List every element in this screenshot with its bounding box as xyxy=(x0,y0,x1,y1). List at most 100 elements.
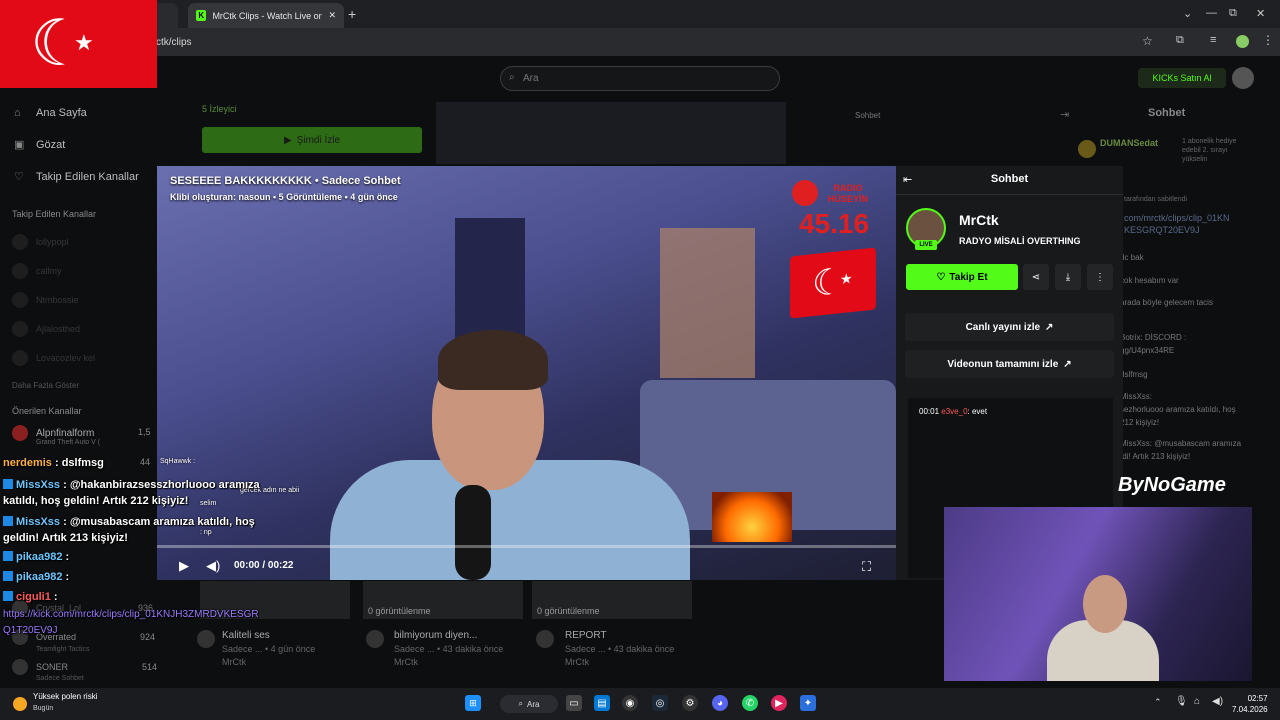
microphone-icon[interactable]: 🎙 xyxy=(1175,696,1188,707)
nav-following[interactable]: ♡ Takip Edilen Kanallar xyxy=(14,171,139,183)
divider xyxy=(896,194,1123,195)
bg-chat-title: Sohbet xyxy=(855,111,881,120)
nav-browse[interactable]: ▣ Gözat xyxy=(14,139,65,151)
weather-subtitle: Bugün xyxy=(33,705,54,712)
tray-chevron-icon[interactable]: ⌃ xyxy=(1154,697,1162,708)
bookmark-star-icon[interactable]: ☆ xyxy=(1142,34,1153,48)
user-avatar[interactable] xyxy=(1232,67,1254,89)
show-more-link[interactable]: Daha Fazla Göster xyxy=(12,381,79,390)
overlay-chat-text: : xyxy=(65,551,70,563)
clip-card-thumb[interactable]: 0 görüntülenme xyxy=(363,581,523,619)
play-icon[interactable]: ▶ xyxy=(179,558,189,574)
watch-full-video-button[interactable]: Videonun tamamını izle ↗ xyxy=(905,350,1114,378)
heart-icon: ♡ xyxy=(14,171,24,183)
followed-channel[interactable]: Ntmbossie xyxy=(12,291,152,309)
clip-card-thumb[interactable]: 0 görüntülenme xyxy=(532,581,692,619)
restore-button[interactable]: ⧉ xyxy=(1229,7,1237,20)
volume-icon[interactable]: ◀) xyxy=(206,558,220,574)
right-chat-title: Sohbet xyxy=(1148,107,1186,119)
followed-channel[interactable]: lollypopl xyxy=(12,233,152,251)
radio-frequency: 45.16 xyxy=(798,208,870,239)
followed-channel[interactable]: callmy xyxy=(12,262,152,280)
browser-tab-bar: l K MrCtk Clips - Watch Live on Ki ✕ + ⌄… xyxy=(0,0,1280,28)
app-icon-blue[interactable]: ✦ xyxy=(800,695,816,711)
collapse-chat-icon[interactable]: ⇥ xyxy=(1060,108,1069,121)
follow-label: Takip Et xyxy=(949,271,988,283)
video-scene xyxy=(438,330,548,390)
video-time: 00:00 / 00:22 xyxy=(234,560,294,571)
tab-close-icon[interactable]: ✕ xyxy=(328,10,336,21)
channel-category: Sadece Sohbet xyxy=(36,675,84,682)
clip-title[interactable]: REPORT xyxy=(565,630,607,641)
fullscreen-icon[interactable]: ⛶ xyxy=(862,559,871,575)
verified-badge-icon xyxy=(3,516,13,526)
menu-icon[interactable]: ⋮ xyxy=(1262,33,1274,47)
search-placeholder: Ara xyxy=(523,73,539,84)
pinned-link[interactable]: com/mrctk/clips/clip_01KN KESGRQT20EV9J xyxy=(1124,212,1254,236)
watch-live-label: Canlı yayını izle xyxy=(965,321,1041,333)
channel-name: Ntmbossie xyxy=(36,295,79,305)
home-icon: ⌂ xyxy=(14,107,21,119)
weather-icon[interactable] xyxy=(13,697,27,711)
reading-list-icon[interactable]: ≡ xyxy=(1210,34,1216,46)
turkey-flag-icon: ☾ ★ xyxy=(790,247,876,319)
follow-button[interactable]: ♡ Takip Et xyxy=(906,264,1018,290)
share-button[interactable]: ⋖ xyxy=(1023,264,1049,290)
whatsapp-icon[interactable]: ✆ xyxy=(742,695,758,711)
clip-title[interactable]: bilmiyorum diyen... xyxy=(394,630,477,641)
search-icon: ⌕ xyxy=(509,72,515,83)
taskbar-search[interactable]: ⌕ Ara xyxy=(500,695,558,713)
url-text[interactable]: ctk/clips xyxy=(156,37,192,48)
channel-name[interactable]: MrCtk xyxy=(959,212,999,228)
chrome-icon[interactable]: ◉ xyxy=(622,695,638,711)
minimize-button[interactable]: — xyxy=(1206,7,1217,19)
overlay-chat-user: MissXss xyxy=(16,516,61,528)
followed-channel[interactable]: Lovacozlev kel xyxy=(12,349,152,367)
tab-search-icon[interactable]: ⌄ xyxy=(1183,7,1192,20)
clip-channel: MrCtk xyxy=(222,657,246,667)
download-button[interactable]: ⤓ xyxy=(1055,264,1081,290)
network-icon[interactable]: ⌂ xyxy=(1194,696,1200,707)
watch-now-button[interactable]: ▶ Şimdi İzle xyxy=(202,127,422,153)
channel-avatar xyxy=(12,350,28,366)
steam-icon[interactable]: ◎ xyxy=(652,695,668,711)
clip-views: 0 görüntülenme xyxy=(537,606,600,616)
taskbar-clock[interactable]: 02:57 7.04.2026 xyxy=(1232,693,1268,715)
clip-chat-line: 00:01 e3ve_0: evet xyxy=(919,407,987,416)
weather-title[interactable]: Yüksek polen riski xyxy=(33,692,97,701)
pinned-text: 1 abonelik hediye edebil 2. sırayı yükse… xyxy=(1182,138,1237,163)
bynogame-logo: ByNoGame xyxy=(1118,474,1226,496)
watch-live-button[interactable]: Canlı yayını izle ↗ xyxy=(905,313,1114,341)
more-options-button[interactable]: ⋮ xyxy=(1087,264,1113,290)
store-icon[interactable]: ▤ xyxy=(594,695,610,711)
channel-category: Teamfight Tactics xyxy=(36,646,90,653)
followed-channel[interactable]: Ajlalosthed xyxy=(12,320,152,338)
nav-following-label: Takip Edilen Kanallar xyxy=(36,171,139,183)
task-view-icon[interactable]: ▭ xyxy=(566,695,582,711)
media-player-icon[interactable]: ▶ xyxy=(771,695,787,711)
clip-meta: Sadece ... • 43 dakika önce xyxy=(565,644,675,654)
app-icon[interactable]: ⚙ xyxy=(682,695,698,711)
nav-browse-label: Gözat xyxy=(36,139,66,151)
profile-avatar-icon[interactable] xyxy=(1236,35,1249,48)
recommended-channel[interactable]: SONER xyxy=(12,658,152,676)
browser-tab-active[interactable]: K MrCtk Clips - Watch Live on Ki ✕ xyxy=(188,3,344,28)
speaker-icon[interactable]: ◀) xyxy=(1212,696,1223,707)
discord-icon[interactable]: ◕ xyxy=(712,695,728,711)
overlay-chat-line: MissXss : @musabascam aramıza katıldı, h… xyxy=(3,514,288,546)
chat-username: e3ve_0 xyxy=(941,407,968,416)
kicks-buy-button[interactable]: KICKs Satın Al xyxy=(1138,68,1226,88)
close-window-button[interactable]: ✕ xyxy=(1256,7,1265,20)
windows-start-icon[interactable]: ⊞ xyxy=(465,695,481,711)
search-input[interactable]: ⌕ Ara xyxy=(500,66,780,91)
overlay-chat-line: nerdemis : dslfmsg xyxy=(3,457,104,469)
nav-home[interactable]: ⌂ Ana Sayfa xyxy=(14,107,87,119)
clip-meta: Sadece ... • 4 gün önce xyxy=(222,644,316,654)
new-tab-button[interactable]: + xyxy=(348,6,356,22)
extensions-icon[interactable]: ⧉ xyxy=(1176,34,1184,47)
in-video-chat-line: SqHawwk : xyxy=(160,458,196,465)
radio-overlay: RADIO HÜSEYİN 45.16 xyxy=(790,180,878,240)
side-panel-title: Sohbet xyxy=(990,173,1029,185)
play-icon: ▶ xyxy=(283,134,292,146)
channel-name: Ajlalosthed xyxy=(36,324,81,334)
